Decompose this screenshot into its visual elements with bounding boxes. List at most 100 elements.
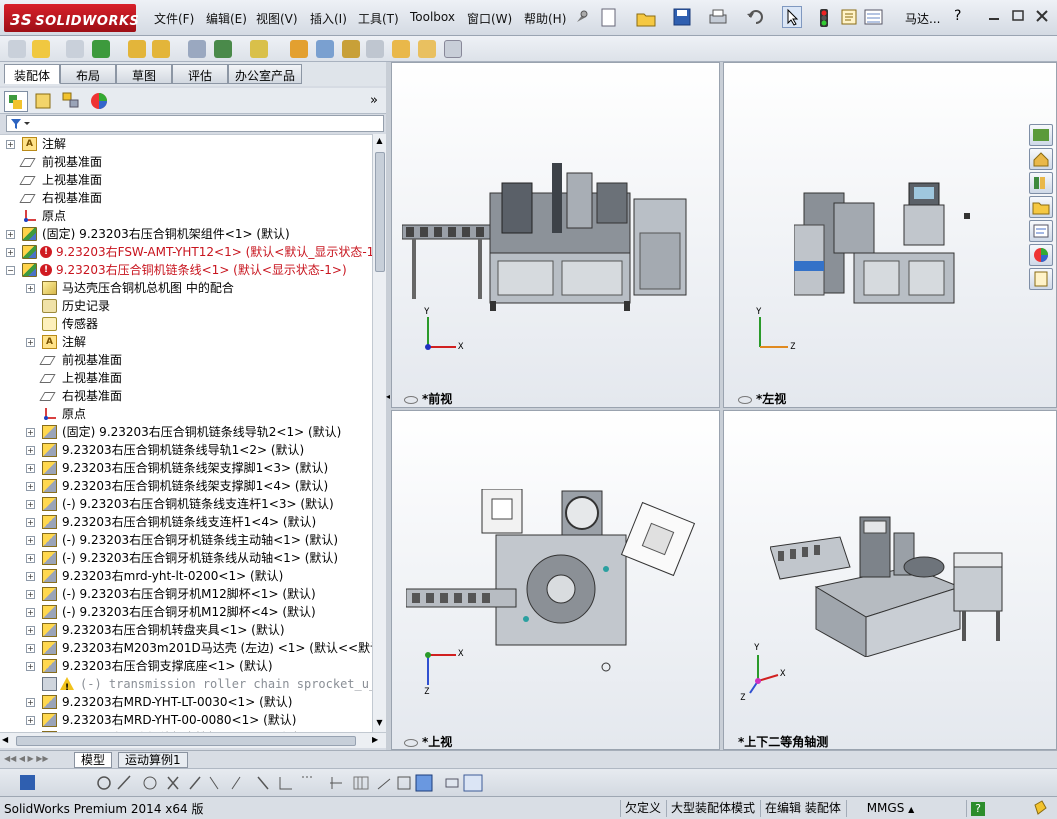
open-file-icon[interactable] — [636, 8, 656, 31]
status-large-assembly-mode[interactable]: 大型装配体模式 — [666, 800, 759, 817]
tree-hscroll-thumb[interactable] — [16, 736, 356, 746]
tree-item[interactable]: + (-) 9.23203右压合铜牙机链条线从动轴<1> (默认) — [0, 549, 372, 567]
expand-node-icon[interactable]: + — [26, 554, 35, 563]
tree-item[interactable]: + (-) 9.23203右压合铜机链条线支连杆1<3> (默认) — [0, 495, 372, 513]
tree-scroll-thumb[interactable] — [375, 152, 385, 272]
new-motion-study-icon[interactable] — [250, 40, 268, 58]
viewport-left[interactable]: Y Z *左视 — [723, 62, 1057, 408]
tab-assembly[interactable]: 装配体 — [4, 64, 60, 84]
expand-node-icon[interactable]: + — [26, 662, 35, 671]
expand-node-icon[interactable]: + — [26, 428, 35, 437]
display-manager-icon[interactable] — [88, 91, 112, 112]
scroll-down-icon[interactable]: ▼ — [374, 718, 385, 730]
tree-filter-input[interactable] — [6, 115, 384, 132]
tab-scroll-arrows[interactable]: ◀◀ ◀ ▶ ▶▶ — [4, 754, 49, 763]
user-name-label[interactable]: 马达... — [905, 10, 940, 27]
expand-node-icon[interactable]: + — [26, 284, 35, 293]
assembly-features-icon[interactable] — [188, 40, 206, 58]
tree-item[interactable]: 前视基准面 — [0, 351, 372, 369]
menu-toolbox[interactable]: Toolbox — [410, 10, 455, 24]
graphics-area[interactable]: Y X *前视 Y Z *左视 X Z *上视 Y X Z *上下二等角轴测 — [390, 62, 1057, 750]
tree-item[interactable]: +9.23203右MRD-YHT-LT-0030<1> (默认) — [0, 693, 372, 711]
tree-item[interactable]: + 马达壳压合铜机总机图 中的配合 — [0, 279, 372, 297]
expand-node-icon[interactable]: + — [26, 590, 35, 599]
minimize-window-icon[interactable] — [986, 8, 1002, 27]
tree-item[interactable]: 原点 — [0, 405, 372, 423]
scroll-right-icon[interactable]: ▶ — [372, 735, 378, 744]
restore-window-icon[interactable] — [1010, 8, 1026, 27]
expand-node-icon[interactable]: + — [26, 716, 35, 725]
expand-node-icon[interactable]: + — [26, 338, 35, 347]
tab-sketch[interactable]: 草图 — [116, 64, 172, 84]
menu-view[interactable]: 视图(V) — [256, 10, 298, 27]
expand-node-icon[interactable]: + — [26, 572, 35, 581]
menu-help[interactable]: 帮助(H) — [524, 10, 566, 27]
menu-edit[interactable]: 编辑(E) — [206, 10, 247, 27]
new-document-icon[interactable] — [600, 8, 618, 31]
undo-icon[interactable] — [746, 8, 766, 29]
tab-layout[interactable]: 布局 — [60, 64, 116, 84]
expand-node-icon[interactable]: + — [6, 248, 15, 257]
viewport-isometric[interactable]: Y X Z *上下二等角轴测 — [723, 410, 1057, 750]
new-part-icon[interactable] — [32, 40, 50, 58]
expand-node-icon[interactable]: + — [26, 482, 35, 491]
save-icon[interactable] — [673, 8, 691, 29]
menu-file[interactable]: 文件(F) — [154, 10, 194, 27]
tab-office-products[interactable]: 办公室产品 — [228, 64, 302, 84]
tree-item[interactable]: +9.23203右压合铜机链条线架支撑脚1<4> (默认) — [0, 477, 372, 495]
solidworks-resources-icon[interactable] — [1029, 124, 1053, 146]
tree-item[interactable]: + (固定) 9.23203右压合铜机链条线导轨2<1> (默认) — [0, 423, 372, 441]
tree-item[interactable]: +9.23203右压合铜机链条线导轨1<2> (默认) — [0, 441, 372, 459]
scroll-up-icon[interactable]: ▲ — [374, 136, 385, 148]
tree-item[interactable]: 原点 — [0, 207, 372, 225]
menu-window[interactable]: 窗口(W) — [467, 10, 512, 27]
expand-node-icon[interactable]: + — [26, 446, 35, 455]
feature-manager-tree[interactable]: + A 注解 前视基准面 上视基准面 右视基准面 原点 + (固定) 9.23203右压合铜机架… — [0, 134, 372, 732]
tree-item[interactable]: 上视基准面 — [0, 369, 372, 387]
expand-node-icon[interactable]: + — [26, 464, 35, 473]
view-palette-icon[interactable] — [1029, 220, 1053, 242]
home-icon[interactable] — [1029, 148, 1053, 170]
tree-item[interactable]: + (-) 9.23203右压合铜牙机链条线主动轴<1> (默认) — [0, 531, 372, 549]
tree-item[interactable]: +9.23203右MRD-YHT-00-0080<1> (默认) — [0, 711, 372, 729]
mate-icon[interactable] — [66, 40, 84, 58]
status-units[interactable]: MMGS ▲ — [846, 800, 934, 817]
instant3d-icon[interactable] — [392, 40, 410, 58]
tree-item[interactable]: + A 注解 — [0, 135, 372, 153]
custom-properties-icon[interactable] — [1029, 268, 1053, 290]
expand-node-icon[interactable]: + — [26, 644, 35, 653]
tree-item[interactable]: +9.23203右压合铜机转盘夹具<1> (默认) — [0, 621, 372, 639]
large-assembly-icon[interactable] — [418, 40, 436, 58]
tree-item[interactable]: + A 注解 — [0, 333, 372, 351]
tree-item[interactable]: +! 9.23203右FSW-AMT-YHT12<1> (默认<默认_显示状态-1… — [0, 243, 372, 261]
help-button[interactable]: ? — [954, 8, 961, 24]
expand-node-icon[interactable]: + — [6, 230, 15, 239]
tree-item[interactable]: +9.23203右M203m201D马达壳 (左边) <1> (默认<<默认>_… — [0, 639, 372, 657]
tree-item[interactable]: +9.23203右mrd-yht-lt-0200<1> (默认) — [0, 567, 372, 585]
close-window-icon[interactable] — [1034, 8, 1050, 27]
expand-panel-button[interactable]: » — [370, 93, 378, 108]
expand-node-icon[interactable]: + — [26, 608, 35, 617]
print-icon[interactable] — [708, 8, 728, 29]
expand-node-icon[interactable]: + — [26, 500, 35, 509]
tree-item[interactable]: 前视基准面 — [0, 153, 372, 171]
appearances-icon[interactable] — [1029, 244, 1053, 266]
tree-item[interactable]: −! 9.23203右压合铜机链条线<1> (默认<显示状态-1>) — [0, 261, 372, 279]
expand-node-icon[interactable]: + — [26, 698, 35, 707]
scroll-left-icon[interactable]: ◀ — [2, 735, 8, 744]
tree-item[interactable]: 传感器 — [0, 315, 372, 333]
viewport-front[interactable]: Y X *前视 — [391, 62, 720, 408]
expand-node-icon[interactable]: + — [26, 626, 35, 635]
feature-manager-tree-icon[interactable] — [4, 91, 28, 112]
solidworks-logo[interactable]: 3S SOLIDWORKS — [4, 4, 139, 32]
tree-item[interactable]: ! (-) transmission roller chain sprocket_… — [0, 675, 372, 693]
tab-model[interactable]: 模型 — [74, 752, 113, 768]
select-arrow-icon[interactable] — [782, 6, 802, 28]
tab-motion-study[interactable]: 运动算例1 — [118, 752, 188, 768]
tree-item[interactable]: +9.23203右压合铜机链条线支连杆1<4> (默认) — [0, 513, 372, 531]
tree-item[interactable]: + (-) 9.23203右压合铜牙机M12脚杯<4> (默认) — [0, 603, 372, 621]
explode-line-sketch-icon[interactable] — [342, 40, 360, 58]
bill-of-materials-icon[interactable] — [290, 40, 308, 58]
linear-pattern-icon[interactable] — [92, 40, 110, 58]
expand-node-icon[interactable]: + — [26, 518, 35, 527]
